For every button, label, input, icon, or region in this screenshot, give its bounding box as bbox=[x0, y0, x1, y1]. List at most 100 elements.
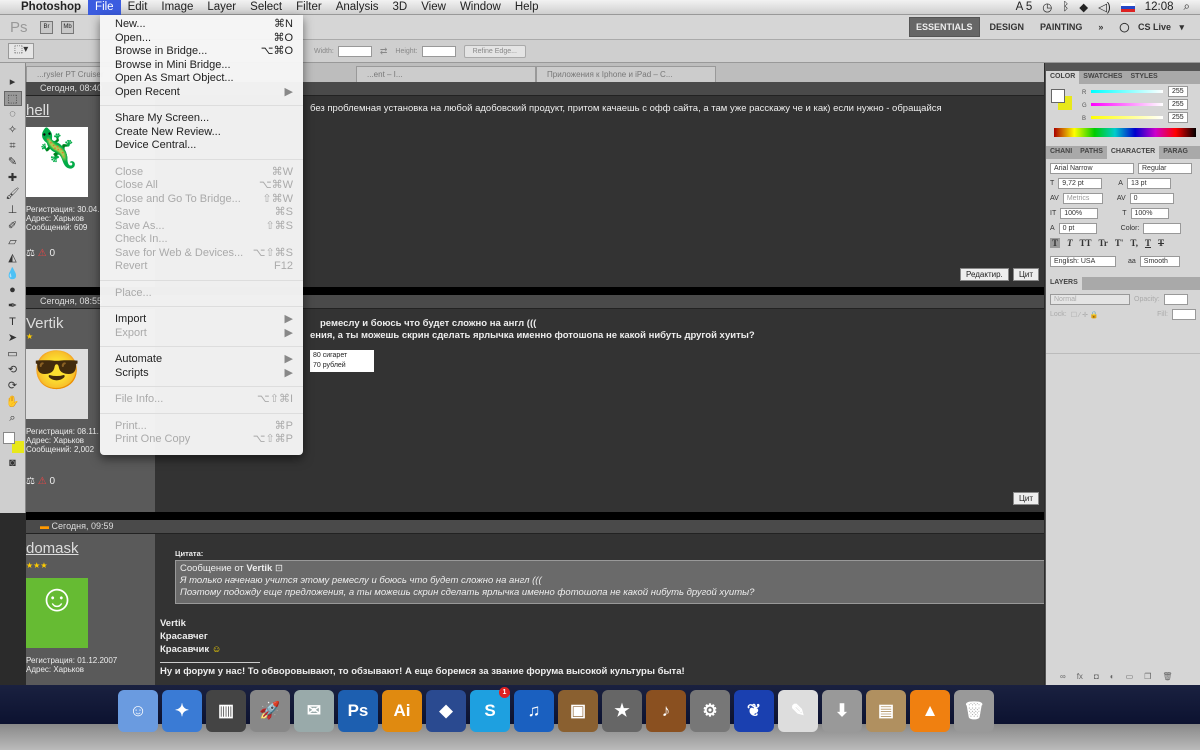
menu-view[interactable]: View bbox=[414, 0, 453, 15]
font-family-select[interactable]: Arial Narrow bbox=[1050, 163, 1134, 174]
menu-item-device-central[interactable]: Device Central... bbox=[100, 139, 303, 153]
panel-dock-header[interactable] bbox=[1046, 63, 1200, 71]
workspace-painting[interactable]: PAINTING bbox=[1034, 18, 1088, 36]
menu-image[interactable]: Image bbox=[154, 0, 200, 15]
pen-tool-icon[interactable]: ✒ bbox=[4, 299, 22, 314]
dock-illustrator-icon[interactable]: Ai bbox=[382, 690, 422, 732]
menu-item-open-as-smart-object[interactable]: Open As Smart Object... bbox=[100, 72, 303, 86]
menu-item-open[interactable]: Open... ⌘O bbox=[100, 32, 303, 46]
hand-tool-icon[interactable]: ✋ bbox=[4, 395, 22, 410]
tab-color[interactable]: COLOR bbox=[1046, 71, 1080, 84]
lock-icons[interactable]: ☐ ⁄ ✛ 🔒 bbox=[1071, 311, 1099, 319]
tab-document-2[interactable]: ...ent – I... bbox=[356, 66, 536, 82]
clock[interactable]: 12:08 bbox=[1145, 1, 1174, 13]
dock-itunes-icon[interactable]: ♫ bbox=[514, 690, 554, 732]
layers-list[interactable] bbox=[1046, 353, 1200, 668]
faux-bold-button[interactable]: T bbox=[1050, 238, 1061, 248]
wifi-icon[interactable]: ◆ bbox=[1079, 0, 1088, 14]
dock-skype-icon[interactable]: S1 bbox=[470, 687, 510, 732]
color-swatches[interactable] bbox=[2, 431, 24, 455]
view-post-icon[interactable]: ⊡ bbox=[275, 563, 283, 574]
dock-downloads-icon[interactable]: ⬇ bbox=[822, 690, 862, 732]
dock-growl-icon[interactable]: ❦ bbox=[734, 690, 774, 732]
menu-item-browse-in-mini-bridge[interactable]: Browse in Mini Bridge... bbox=[100, 59, 303, 73]
adjustment-layer-icon[interactable]: ◐ bbox=[1110, 672, 1115, 681]
language-select[interactable]: English: USA bbox=[1050, 256, 1116, 267]
layer-style-icon[interactable]: fx bbox=[1077, 672, 1083, 681]
menu-3d[interactable]: 3D bbox=[386, 0, 415, 15]
kerning-select[interactable]: Metrics bbox=[1062, 193, 1103, 204]
reputation-warning-icons[interactable]: ⚖ ⚠ 0 bbox=[26, 476, 149, 487]
dock-photoshop-icon[interactable]: Ps bbox=[338, 690, 378, 732]
horizontal-scale-input[interactable]: 100% bbox=[1130, 208, 1169, 219]
menu-window[interactable]: Window bbox=[453, 0, 508, 15]
dock-archive-icon[interactable]: ▤ bbox=[866, 690, 906, 732]
fill-input[interactable] bbox=[1172, 309, 1196, 320]
menu-item-share-my-screen[interactable]: Share My Screen... bbox=[100, 112, 303, 126]
tab-channels[interactable]: CHANI bbox=[1046, 146, 1076, 159]
russian-flag-icon[interactable] bbox=[1120, 2, 1135, 12]
color-ramp[interactable] bbox=[1054, 128, 1196, 137]
delete-layer-icon[interactable]: 🗑 bbox=[1162, 672, 1172, 681]
blue-slider[interactable] bbox=[1091, 116, 1163, 119]
menu-item-open-recent[interactable]: Open Recent ▶ bbox=[100, 86, 303, 100]
more-workspaces-button[interactable]: » bbox=[1092, 18, 1109, 36]
green-value[interactable]: 255 bbox=[1168, 99, 1188, 110]
subscript-button[interactable]: T, bbox=[1130, 238, 1138, 248]
marquee-preset-picker[interactable]: ⬚▾ bbox=[8, 43, 34, 59]
brush-tool-icon[interactable]: 🖌 bbox=[4, 187, 22, 202]
magic-wand-tool-icon[interactable]: ✧ bbox=[4, 123, 22, 138]
tab-character[interactable]: CHARACTER bbox=[1106, 146, 1160, 159]
paint-bucket-tool-icon[interactable]: ◭ bbox=[4, 251, 22, 266]
zoom-tool-icon[interactable]: ⌕ bbox=[4, 411, 22, 426]
dock-garageband-icon[interactable]: ♪ bbox=[646, 690, 686, 732]
menu-help[interactable]: Help bbox=[508, 0, 546, 15]
edit-button[interactable]: Редактир. bbox=[960, 268, 1009, 281]
font-style-select[interactable]: Regular bbox=[1138, 163, 1192, 174]
dodge-tool-icon[interactable]: ● bbox=[4, 283, 22, 298]
link-layers-icon[interactable]: ∞ bbox=[1060, 672, 1066, 681]
spotlight-icon[interactable]: ⌕ bbox=[1184, 1, 1190, 14]
tab-document-3[interactable]: Приложения к Iphone и iPad – C... bbox=[536, 66, 716, 82]
refine-edge-button[interactable]: Refine Edge... bbox=[463, 44, 526, 58]
blue-value[interactable]: 255 bbox=[1168, 112, 1188, 123]
dock-system-preferences-icon[interactable]: ⚙ bbox=[690, 690, 730, 732]
width-input[interactable] bbox=[337, 45, 372, 57]
quick-mask-icon[interactable]: ◙ bbox=[4, 456, 22, 471]
superscript-button[interactable]: T' bbox=[1115, 238, 1124, 248]
underline-button[interactable]: T bbox=[1145, 238, 1151, 248]
crop-tool-icon[interactable]: ⌗ bbox=[4, 139, 22, 154]
eraser-tool-icon[interactable]: ▱ bbox=[4, 235, 22, 250]
all-caps-button[interactable]: TT bbox=[1080, 238, 1092, 248]
leading-input[interactable]: 13 pt bbox=[1126, 178, 1171, 189]
opacity-input[interactable] bbox=[1163, 294, 1188, 305]
tab-layers[interactable]: LAYERS bbox=[1046, 277, 1082, 290]
strikethrough-button[interactable]: T bbox=[1158, 238, 1164, 248]
tab-paragraph[interactable]: PARAG bbox=[1159, 146, 1192, 159]
dock-finder-icon[interactable]: ☺ bbox=[118, 690, 158, 732]
dock-adium-icon[interactable]: ◆ bbox=[426, 690, 466, 732]
baseline-shift-input[interactable]: 0 pt bbox=[1058, 223, 1097, 234]
foreground-color[interactable] bbox=[1051, 89, 1065, 103]
path-selection-tool-icon[interactable]: ➤ bbox=[4, 331, 22, 346]
menu-select[interactable]: Select bbox=[243, 0, 289, 15]
dock-mixer-icon[interactable]: ▥ bbox=[206, 690, 246, 732]
clone-stamp-tool-icon[interactable]: ⊥ bbox=[4, 203, 22, 218]
anti-alias-select[interactable]: Smooth bbox=[1139, 256, 1180, 267]
small-caps-button[interactable]: Tr bbox=[1099, 238, 1108, 248]
swap-icon[interactable]: ⇄ bbox=[380, 46, 388, 57]
menu-item-automate[interactable]: Automate ▶ bbox=[100, 353, 303, 367]
apple-menu-icon[interactable] bbox=[0, 0, 14, 15]
menu-layer[interactable]: Layer bbox=[200, 0, 243, 15]
type-tool-icon[interactable]: T bbox=[4, 315, 22, 330]
quote-button[interactable]: Цит bbox=[1013, 268, 1040, 281]
red-value[interactable]: 255 bbox=[1168, 86, 1188, 97]
menu-item-import[interactable]: Import ▶ bbox=[100, 313, 303, 327]
healing-brush-tool-icon[interactable]: ✚ bbox=[4, 171, 22, 186]
height-input[interactable] bbox=[421, 45, 456, 57]
dock-launchpad-icon[interactable]: 🚀 bbox=[250, 690, 290, 732]
3d-orbit-tool-icon[interactable]: ⟳ bbox=[4, 379, 22, 394]
new-group-icon[interactable]: ▭ bbox=[1126, 672, 1134, 681]
bluetooth-icon[interactable]: ᛒ bbox=[1062, 1, 1069, 13]
quote-button[interactable]: Цит bbox=[1013, 492, 1040, 505]
